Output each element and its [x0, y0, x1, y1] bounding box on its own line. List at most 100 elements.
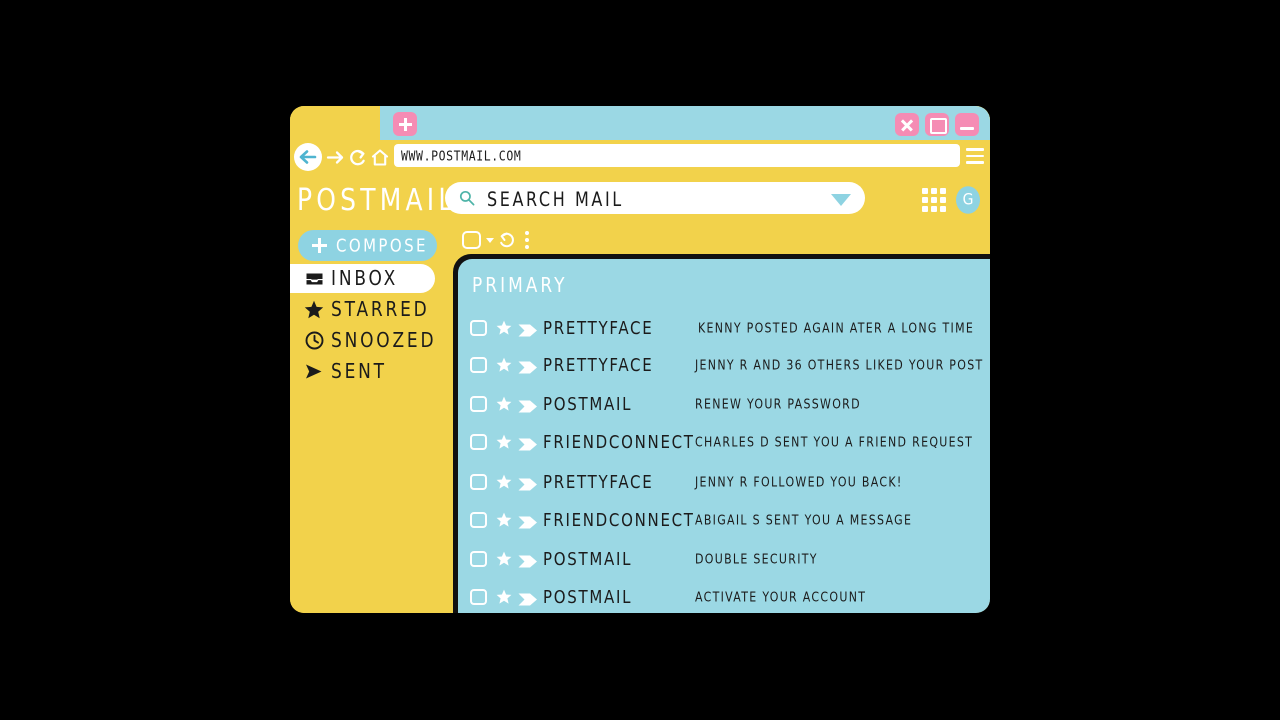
table-row[interactable]: POSTMAIL ACTIVATE YOUR ACCOUNT [458, 578, 990, 613]
important-marker-icon[interactable] [518, 436, 538, 450]
row-subject: DOUBLE SECURITY [695, 551, 818, 567]
row-subject: ACTIVATE YOUR ACCOUNT [695, 589, 867, 605]
star-icon[interactable] [496, 512, 512, 528]
new-tab-button[interactable] [393, 112, 417, 136]
table-row[interactable]: PRETTYFACE JENNY R AND 36 OTHERS LIKED Y… [458, 346, 990, 384]
table-row[interactable]: PRETTYFACE JENNY R FOLLOWED YOU BACK! [458, 463, 990, 501]
browser-nav-bar: WWW.POSTMAIL.COM [290, 140, 990, 176]
sidebar-item-sent[interactable]: SENT [290, 357, 440, 386]
more-vertical-icon[interactable] [525, 231, 530, 250]
reload-icon[interactable] [348, 147, 368, 172]
sidebar-item-label: INBOX [331, 266, 399, 291]
star-icon[interactable] [496, 589, 512, 605]
star-icon[interactable] [496, 434, 512, 450]
hamburger-menu-icon[interactable] [966, 148, 984, 164]
row-checkbox[interactable] [470, 589, 487, 605]
refresh-icon[interactable] [497, 230, 517, 250]
row-subject: KENNY POSTED AGAIN ATER A LONG TIME [698, 320, 975, 336]
row-sender: POSTMAIL [543, 548, 633, 570]
category-title: PRIMARY [472, 274, 568, 298]
search-icon [459, 190, 475, 206]
important-marker-icon[interactable] [518, 476, 538, 490]
important-marker-icon[interactable] [518, 322, 538, 336]
row-subject: RENEW YOUR PASSWORD [695, 396, 861, 412]
table-row[interactable]: FRIENDCONNECT CHARLES D SENT YOU A FRIEN… [458, 423, 990, 461]
table-row[interactable]: FRIENDCONNECT ABIGAIL S SENT YOU A MESSA… [458, 501, 990, 539]
chevron-down-icon[interactable] [831, 194, 851, 206]
star-icon[interactable] [496, 357, 512, 373]
star-icon[interactable] [496, 396, 512, 412]
url-text: WWW.POSTMAIL.COM [401, 147, 522, 164]
table-row[interactable]: POSTMAIL RENEW YOUR PASSWORD [458, 385, 990, 423]
sidebar-item-starred[interactable]: STARRED [290, 295, 440, 324]
row-subject: JENNY R FOLLOWED YOU BACK! [695, 474, 903, 490]
window-minimize-button[interactable] [955, 113, 979, 136]
important-marker-icon[interactable] [518, 514, 538, 528]
minimize-icon [960, 127, 974, 130]
compose-button[interactable]: COMPOSE [298, 230, 437, 261]
menu-bar [966, 161, 984, 164]
row-checkbox[interactable] [470, 320, 487, 336]
compose-label: COMPOSE [336, 235, 428, 257]
important-marker-icon[interactable] [518, 591, 538, 605]
plus-icon [312, 238, 327, 253]
mail-list: PRIMARY PRETTYFACE KENNY POSTED AGAIN AT… [458, 259, 990, 613]
sidebar-item-label: SNOOZED [331, 328, 437, 353]
row-checkbox[interactable] [470, 357, 487, 373]
grid-dot [922, 206, 928, 212]
row-sender: FRIENDCONNECT [543, 509, 695, 531]
send-arrow-icon [304, 362, 324, 382]
row-subject: CHARLES D SENT YOU A FRIEND REQUEST [695, 434, 974, 450]
grid-dot [922, 197, 928, 203]
url-input[interactable]: WWW.POSTMAIL.COM [394, 144, 960, 167]
browser-window: WWW.POSTMAIL.COM POSTMAIL SEARCH MAIL G … [290, 106, 990, 613]
app-logo: POSTMAIL [297, 182, 457, 218]
search-placeholder-text: SEARCH MAIL [487, 188, 624, 211]
grid-dot [940, 197, 946, 203]
grid-dot [922, 188, 928, 194]
row-checkbox[interactable] [470, 434, 487, 450]
sidebar-item-label: STARRED [331, 297, 430, 322]
window-close-button[interactable] [895, 113, 919, 136]
important-marker-icon[interactable] [518, 398, 538, 412]
sidebar: COMPOSE INBOX STARRED SNOOZED SENT [290, 226, 453, 613]
table-row[interactable]: PRETTYFACE KENNY POSTED AGAIN ATER A LON… [458, 309, 990, 347]
chevron-down-icon[interactable] [486, 238, 494, 243]
row-sender: POSTMAIL [543, 586, 633, 608]
inbox-tray-icon [304, 269, 324, 289]
star-icon [304, 300, 324, 320]
grid-dot [931, 188, 937, 194]
avatar[interactable]: G [956, 186, 980, 214]
row-checkbox[interactable] [470, 551, 487, 567]
important-marker-icon[interactable] [518, 359, 538, 373]
back-arrow-icon[interactable] [294, 143, 322, 171]
important-marker-icon[interactable] [518, 553, 538, 567]
sidebar-item-label: SENT [331, 359, 387, 384]
tab-strip [290, 106, 990, 140]
sidebar-item-inbox[interactable]: INBOX [290, 264, 435, 293]
row-subject: JENNY R AND 36 OTHERS LIKED YOUR POST [695, 357, 984, 373]
table-row[interactable]: POSTMAIL DOUBLE SECURITY [458, 540, 990, 578]
star-icon[interactable] [496, 551, 512, 567]
row-sender: PRETTYFACE [543, 354, 654, 376]
row-sender: POSTMAIL [543, 393, 633, 415]
row-checkbox[interactable] [470, 396, 487, 412]
menu-bar [966, 154, 984, 158]
home-icon[interactable] [370, 147, 390, 172]
apps-grid-icon[interactable] [922, 188, 948, 214]
search-input[interactable]: SEARCH MAIL [445, 182, 865, 214]
menu-bar [966, 148, 984, 151]
window-maximize-button[interactable] [925, 113, 949, 136]
sidebar-item-snoozed[interactable]: SNOOZED [290, 326, 440, 355]
row-checkbox[interactable] [470, 512, 487, 528]
star-icon[interactable] [496, 474, 512, 490]
row-checkbox[interactable] [470, 474, 487, 490]
grid-dot [940, 206, 946, 212]
forward-arrow-icon[interactable] [326, 148, 345, 171]
list-toolbar [453, 226, 990, 254]
select-all-checkbox[interactable] [462, 231, 481, 249]
grid-dot [931, 206, 937, 212]
row-subject: ABIGAIL S SENT YOU A MESSAGE [695, 512, 913, 528]
grid-dot [931, 197, 937, 203]
star-icon[interactable] [496, 320, 512, 336]
